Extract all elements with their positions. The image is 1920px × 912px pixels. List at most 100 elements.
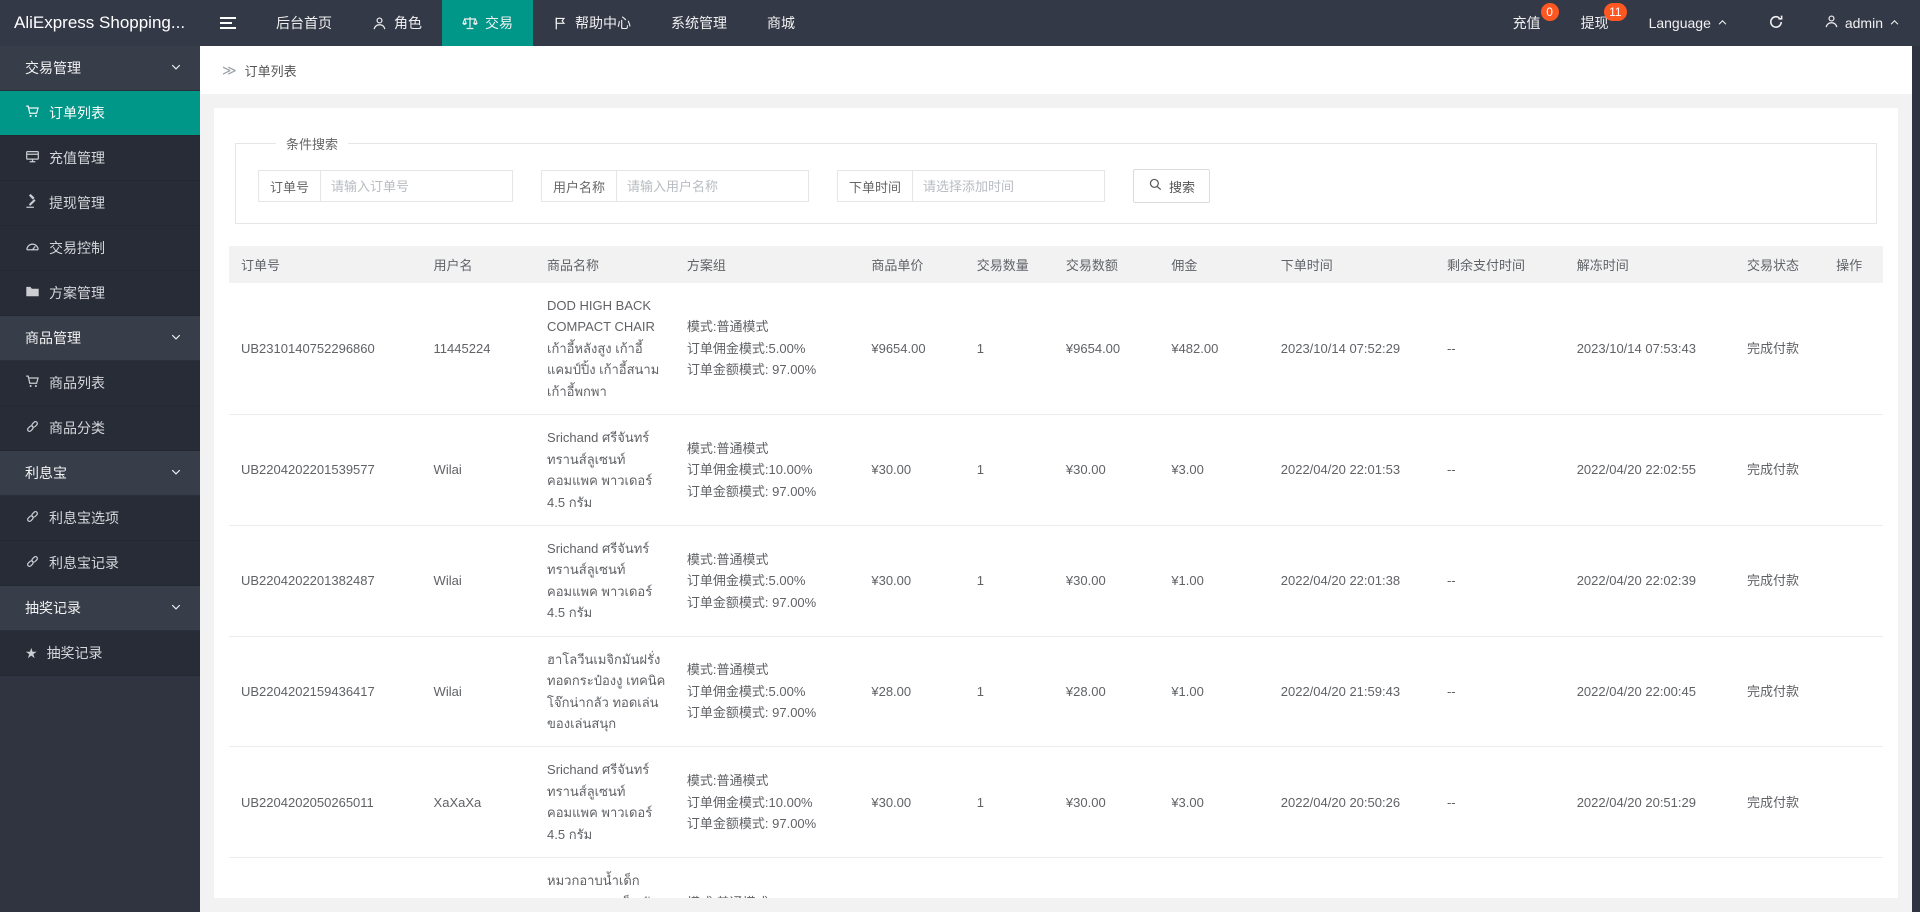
nav-help-center[interactable]: 帮助中心 [533,0,651,46]
sidebar: 交易管理 订单列表 充值管理 提现管理 交易控制 方案管理 商品管理 商品列表 … [0,46,200,912]
flag-icon [553,16,568,31]
cell-remaining-pay-time: -- [1434,414,1565,526]
sidebar-item-interest-records[interactable]: 利息宝记录 [0,541,200,586]
cell-order-no: UB2204202201539577 [229,414,422,526]
cell-order-no: UB2204202201382487 [229,525,422,637]
sidebar-group-label: 交易管理 [25,60,81,76]
cell-unfreeze-time: 2022/04/20 20:51:29 [1564,746,1735,859]
nav-roles[interactable]: 角色 [352,0,442,46]
orders-table: 订单号 用户名 商品名称 方案组 商品单价 交易数量 交易数额 佣金 下单时间 … [229,246,1883,898]
cell-plan-group: 模式:普通模式 订单佣金模式:5.00% 订单金额模式: 97.00% [674,636,860,748]
cell-username: Wilai [421,636,536,748]
vertical-scrollbar[interactable] [1912,46,1920,912]
sidebar-item-product-list[interactable]: 商品列表 [0,361,200,406]
nav-mall[interactable]: 商城 [747,0,815,46]
plan-commission-mode: 订单佣金模式:10.00% [686,794,813,810]
nav-trade[interactable]: 交易 [442,0,533,46]
col-header-product: 商品名称 [535,246,675,283]
chevron-up-icon [1889,15,1900,31]
col-header-unit-price: 商品单价 [859,246,965,283]
sidebar-item-label: 利息宝记录 [49,555,119,571]
username-field-label: 用户名称 [541,170,618,202]
cell-order-time: 2022/04/20 20:50:26 [1268,746,1435,859]
order-no-input[interactable] [321,170,514,202]
nav-system[interactable]: 系统管理 [651,0,747,46]
sidebar-item-label: 方案管理 [49,285,105,301]
plan-mode: 模式:普通模式 [686,662,769,678]
table-row: UB2204202201382487 Wilai Srichand ศรีจัน… [229,525,1883,637]
search-button[interactable]: 搜索 [1133,169,1211,203]
cell-username: XaXaXa [421,746,536,859]
plan-amount-mode: 订单金额模式: 97.00% [686,594,817,610]
sidebar-group-trade[interactable]: 交易管理 [0,46,200,91]
cell-status: 完成付款 [1734,283,1825,416]
cell-order-no: UB2310140752296860 [229,283,422,416]
cell-commission: ¥3.00 [1159,414,1269,526]
cell-plan-group: 模式:普通模式 订单佣金模式:5.00% 订单金额模式: 97.00% [674,283,860,416]
sidebar-toggle-button[interactable] [200,0,256,46]
col-header-action: 操作 [1824,246,1883,283]
link-icon [25,554,40,572]
cell-product-name: DOD HIGH BACK COMPACT CHAIR เก้าอี้หลังส… [535,283,675,416]
nav-help-center-label: 帮助中心 [575,15,631,31]
col-header-order-time: 下单时间 [1268,246,1435,283]
col-header-username: 用户名 [421,246,536,283]
sidebar-item-recharge-mgmt[interactable]: 充值管理 [0,136,200,181]
double-chevron-icon: ≫ [222,61,237,78]
cell-amount: ¥28.00 [1053,636,1160,748]
refresh-button[interactable] [1748,0,1804,46]
language-dropdown[interactable]: Language [1629,0,1748,46]
sidebar-item-label: 订单列表 [49,105,105,121]
user-menu[interactable]: admin [1804,0,1920,46]
sidebar-group-label: 商品管理 [25,330,81,346]
sidebar-item-withdraw-mgmt[interactable]: 提现管理 [0,181,200,226]
table-row: UB2204202050265011 XaXaXa Srichand ศรีจั… [229,746,1883,859]
plan-mode: 模式:普通模式 [686,551,769,567]
cell-action [1824,414,1883,526]
col-header-order-no: 订单号 [229,246,422,283]
breadcrumb: ≫ 订单列表 [200,46,1912,94]
cell-quantity: 1 [964,525,1054,637]
cell-unfreeze-time: 2022/04/20 20:51:00 [1564,857,1735,898]
cell-unfreeze-time: 2022/04/20 22:02:55 [1564,414,1735,526]
sidebar-group-interest[interactable]: 利息宝 [0,451,200,496]
cell-username: 11445224 [421,283,536,416]
nav-dashboard[interactable]: 后台首页 [256,0,352,46]
cell-amount: ¥30.00 [1053,414,1160,526]
search-panel: 条件搜索 订单号 用户名称 下单时间 搜索 [235,134,1877,224]
sidebar-item-lottery-records[interactable]: ★ 抽奖记录 [0,631,200,676]
order-no-field-label: 订单号 [258,170,322,202]
recharge-link[interactable]: 充值 0 [1493,0,1561,46]
plan-commission-mode: 订单佣金模式:5.00% [686,573,806,589]
cell-plan-group: 模式:普通模式 订单佣金模式:10.00% 订单金额模式: 97.00% [674,414,860,526]
sidebar-group-products[interactable]: 商品管理 [0,316,200,361]
cell-commission: ¥482.00 [1159,283,1269,416]
topbar-nav: 后台首页 角色 交易 帮助中心 系统管理 商城 [256,0,815,46]
order-time-input[interactable] [913,170,1106,202]
cell-unit-price: ¥28.00 [859,636,965,748]
sidebar-item-product-category[interactable]: 商品分类 [0,406,200,451]
cell-amount: ¥30.00 [1053,525,1160,637]
username-input[interactable] [617,170,810,202]
cell-order-time: 2023/10/14 07:52:29 [1268,283,1435,416]
cell-order-no: UB2204202159436417 [229,636,422,748]
order-no-field-group: 订单号 [258,170,514,202]
sidebar-item-order-list[interactable]: 订单列表 [0,91,200,136]
sidebar-item-plan-mgmt[interactable]: 方案管理 [0,271,200,316]
sidebar-item-interest-options[interactable]: 利息宝选项 [0,496,200,541]
sidebar-item-trade-control[interactable]: 交易控制 [0,226,200,271]
main-content: ≫ 订单列表 条件搜索 订单号 用户名称 下单时间 [200,46,1912,912]
plan-commission-mode: 订单佣金模式:5.00% [686,683,806,699]
cell-quantity: 1 [964,857,1054,898]
table-row: UB2204202049559847 XaXaXa หมวกอาบน้ำเด็ก… [229,857,1883,898]
sidebar-item-label: 抽奖记录 [46,645,103,661]
gauge-icon [25,239,40,257]
sidebar-group-lottery[interactable]: 抽奖记录 [0,586,200,631]
cell-unit-price: ¥9654.00 [859,283,965,416]
chevron-down-icon [170,465,182,481]
cell-status: 完成付款 [1734,746,1825,859]
link-icon [25,419,40,437]
app-logo: AliExpress Shopping... [14,13,186,32]
cell-username: XaXaXa [421,857,536,898]
withdraw-link[interactable]: 提现 11 [1561,0,1629,46]
